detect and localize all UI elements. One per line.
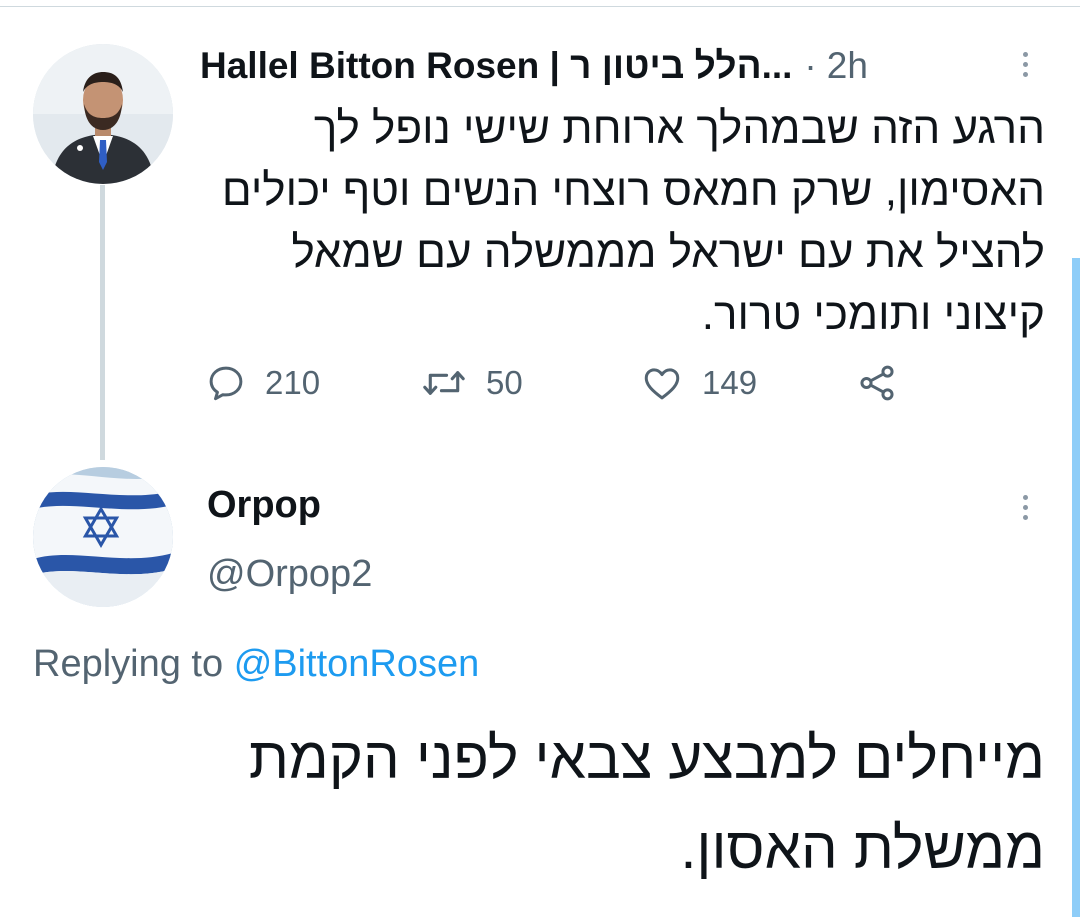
avatar-photo-icon bbox=[33, 44, 173, 184]
tweet-text: הרגע הזה שבמהלך ארוחת שישי נופל לך האסימ… bbox=[221, 104, 1045, 339]
top-divider bbox=[0, 6, 1080, 7]
share-button[interactable] bbox=[855, 356, 899, 410]
replying-prefix: Replying to bbox=[33, 643, 224, 685]
thread-line bbox=[100, 185, 105, 460]
reply-count: 210 bbox=[265, 364, 321, 401]
israel-flag-icon bbox=[33, 467, 173, 607]
heart-icon bbox=[644, 368, 680, 400]
tweet-actions: 210 50 149 bbox=[205, 356, 925, 410]
reply-button[interactable]: 210 bbox=[205, 356, 320, 410]
share-icon bbox=[860, 365, 894, 401]
reply-text: מייחלים למבצע צבאי לפני הקמת ממשלת האסון… bbox=[248, 726, 1045, 881]
author-handle[interactable]: @Orpop2 bbox=[207, 553, 372, 596]
mention-link[interactable]: @BittonRosen bbox=[234, 643, 480, 685]
retweet-icon bbox=[423, 371, 465, 395]
timestamp[interactable]: 2h bbox=[827, 45, 868, 87]
retweet-count: 50 bbox=[486, 364, 523, 401]
scrollbar[interactable] bbox=[1072, 258, 1080, 917]
replying-to: Replying to @BittonRosen bbox=[33, 643, 479, 686]
more-vertical-icon[interactable] bbox=[1015, 489, 1035, 527]
avatar[interactable] bbox=[33, 467, 173, 607]
author-name[interactable]: Orpop bbox=[207, 484, 321, 527]
like-button[interactable]: 149 bbox=[640, 356, 757, 410]
separator: · bbox=[804, 45, 817, 86]
retweet-button[interactable]: 50 bbox=[420, 356, 523, 410]
reply-bubble-icon bbox=[209, 366, 243, 401]
tweet-header: Hallel Bitton Rosen | הלל ביטון ר... · 2… bbox=[200, 36, 1000, 96]
like-count: 149 bbox=[702, 364, 758, 401]
avatar[interactable] bbox=[33, 44, 173, 184]
author-name[interactable]: Hallel Bitton Rosen | הלל ביטון ר... bbox=[200, 45, 792, 87]
more-vertical-icon[interactable] bbox=[1015, 46, 1035, 84]
